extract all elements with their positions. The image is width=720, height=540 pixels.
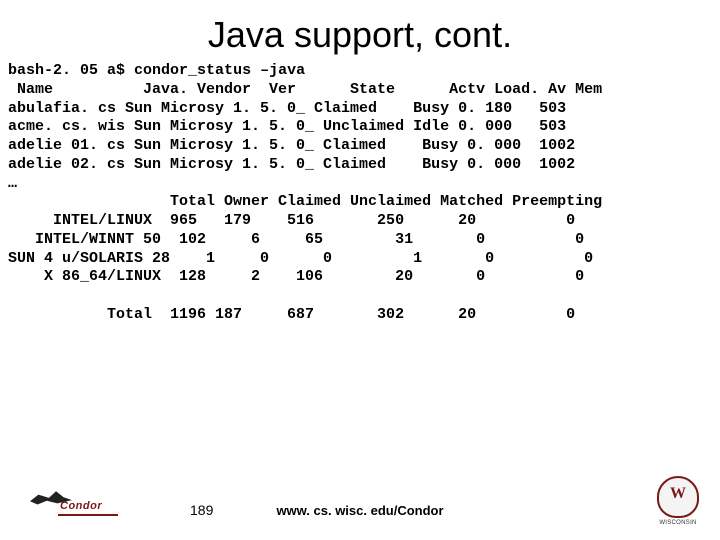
slide-title: Java support, cont. bbox=[0, 0, 720, 62]
table-row: adelie 01. cs Sun Microsy 1. 5. 0_ Claim… bbox=[8, 137, 575, 154]
table-header: Name Java. Vendor Ver State Actv Load. A… bbox=[8, 81, 602, 98]
summary-header: Total Owner Claimed Unclaimed Matched Pr… bbox=[8, 193, 602, 210]
shell-prompt: bash-2. 05 a$ bbox=[8, 62, 125, 79]
summary-row: SUN 4 u/SOLARIS 28 1 0 0 1 0 0 bbox=[8, 250, 593, 267]
ellipsis: … bbox=[8, 175, 17, 192]
total-row: Total 1196 187 687 302 20 0 bbox=[8, 306, 575, 323]
crest-letter: W bbox=[659, 485, 697, 503]
wisconsin-logo: W WISCONSIN bbox=[654, 476, 702, 526]
terminal-output: bash-2. 05 a$ condor_status –java Name J… bbox=[0, 62, 720, 325]
summary-row: INTEL/WINNT 50 102 6 65 31 0 0 bbox=[8, 231, 584, 248]
wisconsin-label: WISCONSIN bbox=[654, 520, 702, 526]
table-row: acme. cs. wis Sun Microsy 1. 5. 0_ Uncla… bbox=[8, 118, 566, 135]
table-row: adelie 02. cs Sun Microsy 1. 5. 0_ Claim… bbox=[8, 156, 575, 173]
summary-row: INTEL/LINUX 965 179 516 250 20 0 bbox=[8, 212, 575, 229]
shell-command: condor_status –java bbox=[134, 62, 305, 79]
footer-url: www. cs. wisc. edu/Condor bbox=[0, 503, 720, 518]
crest-icon: W bbox=[657, 476, 699, 518]
table-row: abulafia. cs Sun Microsy 1. 5. 0_ Claime… bbox=[8, 100, 566, 117]
summary-row: X 86_64/LINUX 128 2 106 20 0 0 bbox=[8, 268, 584, 285]
footer: Condor 189 www. cs. wisc. edu/Condor W W… bbox=[0, 482, 720, 532]
